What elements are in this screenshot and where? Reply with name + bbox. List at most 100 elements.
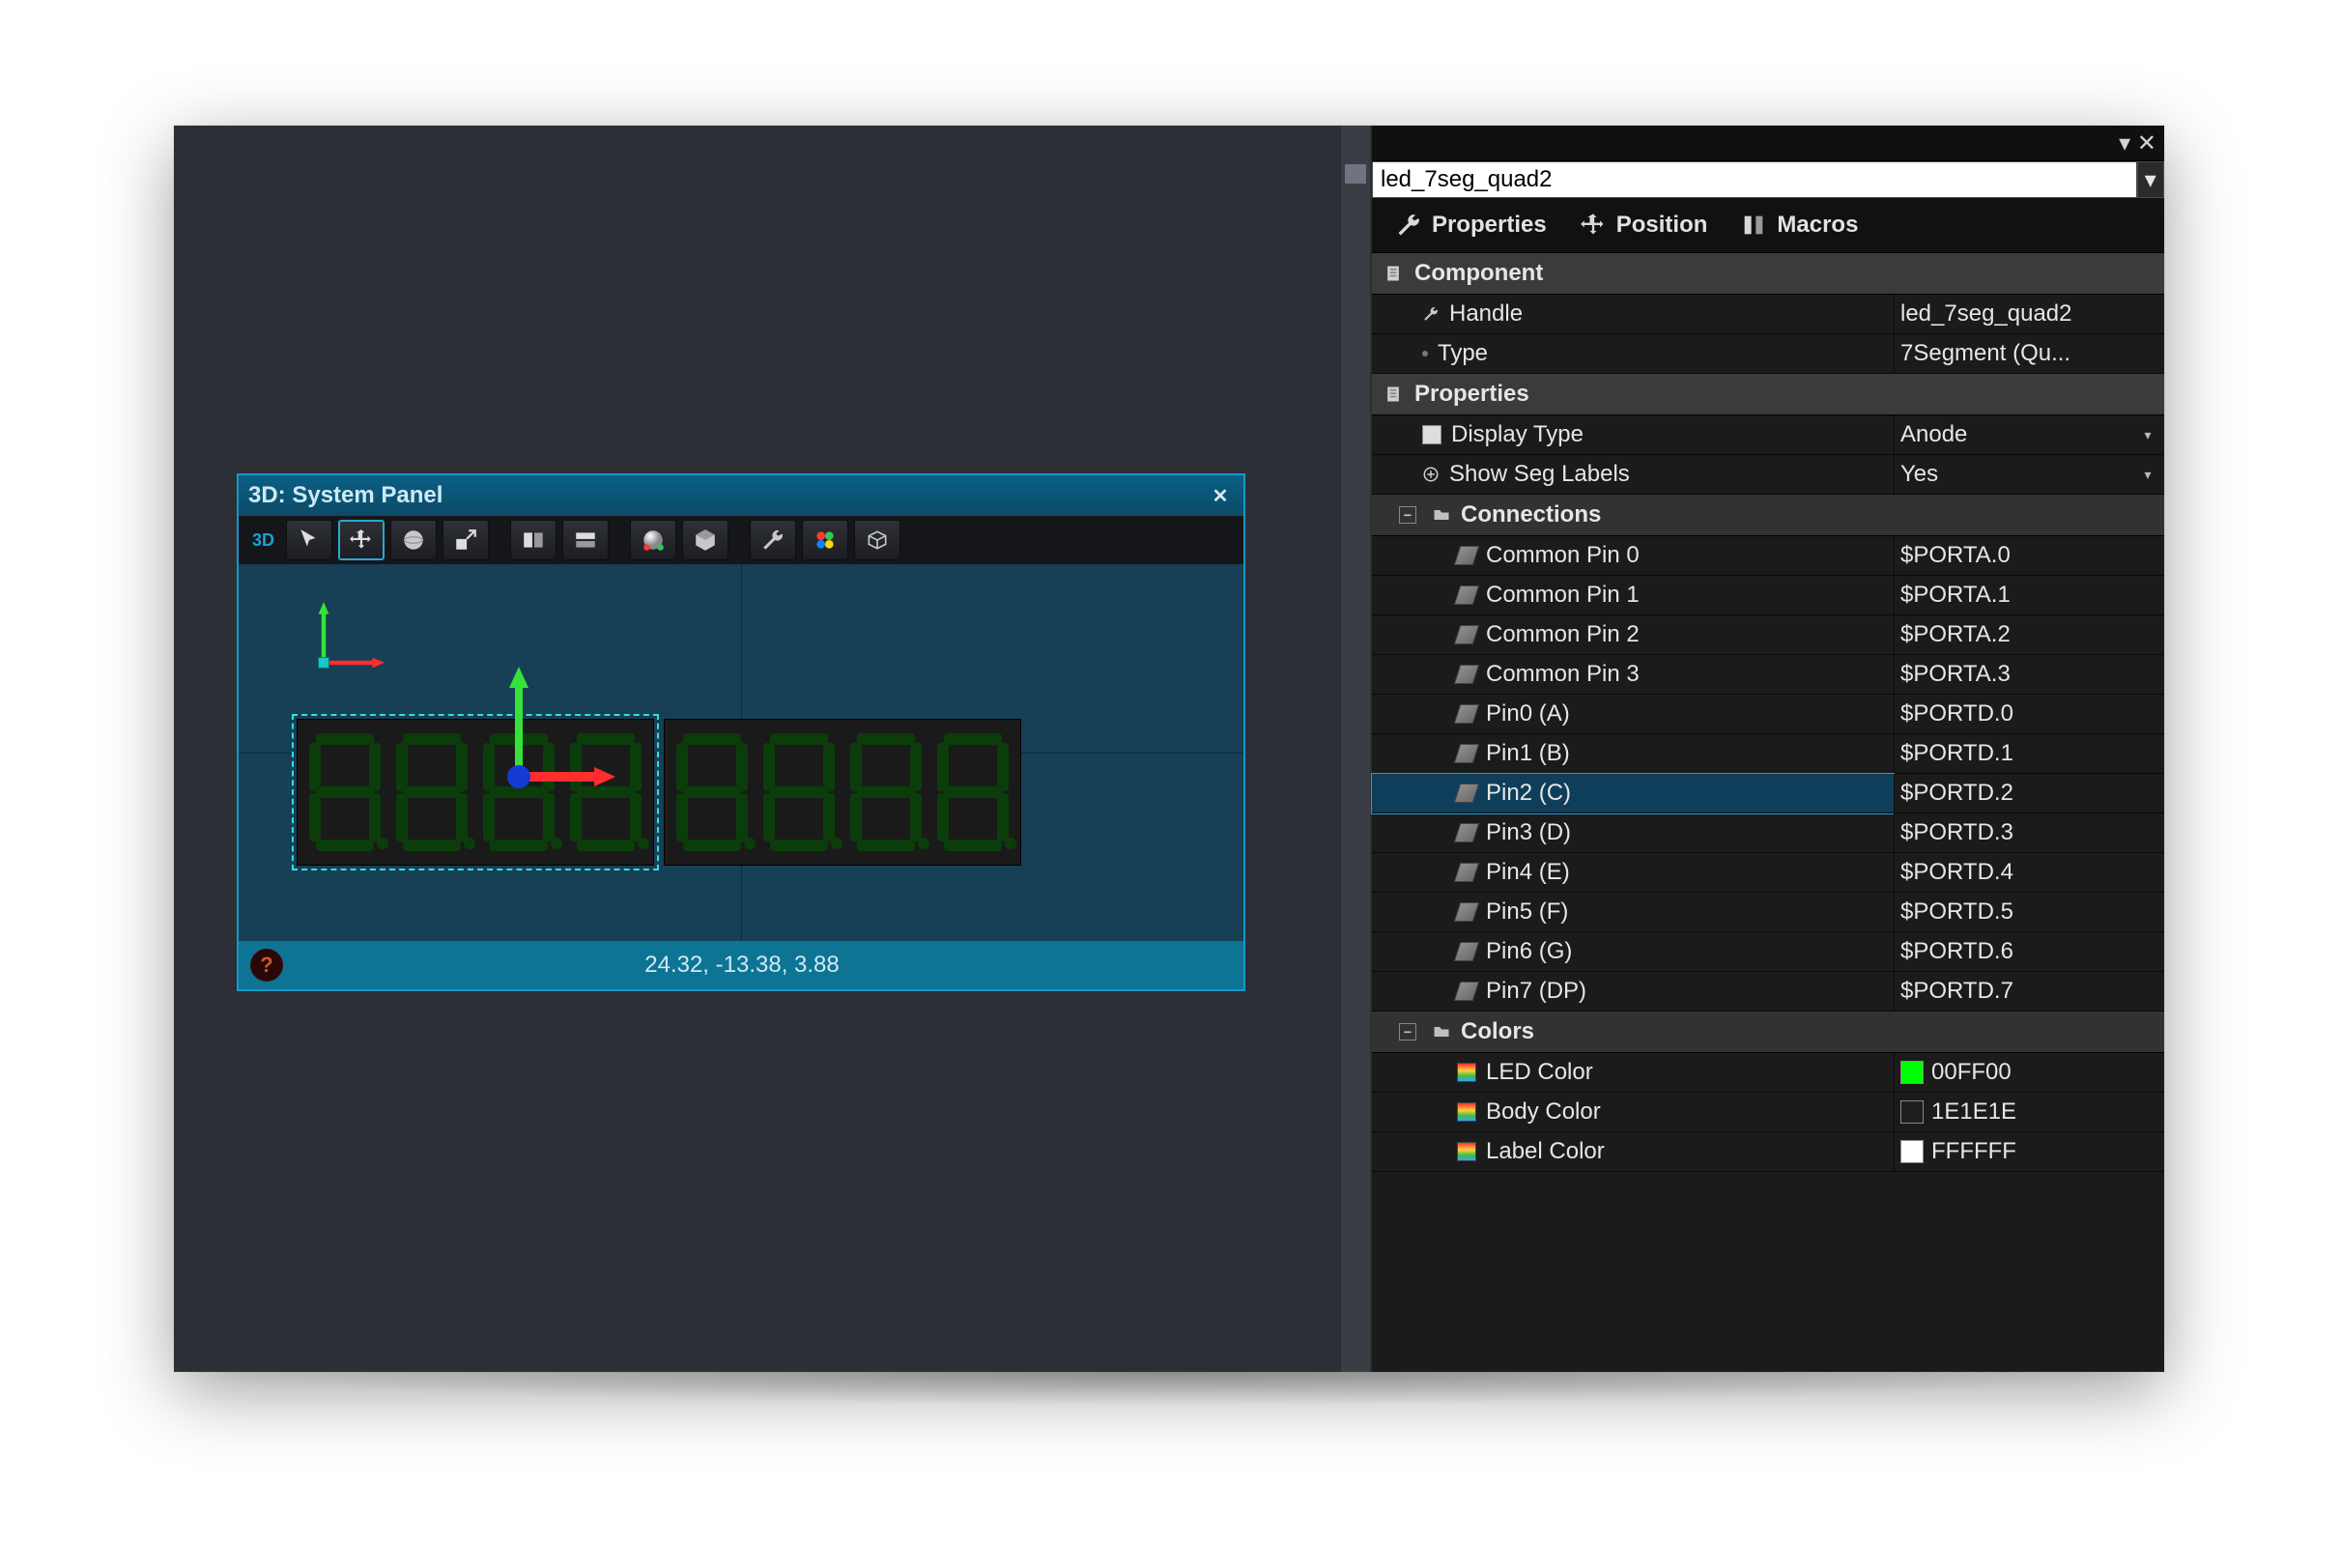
connection-row-value[interactable]: $PORTA.3 <box>1894 655 2164 695</box>
connection-row-value[interactable]: $PORTD.6 <box>1894 932 2164 972</box>
color-row-label[interactable]: Body Color <box>1372 1093 1894 1132</box>
pin-icon <box>1454 982 1479 1001</box>
collapse-icon[interactable]: − <box>1399 506 1416 524</box>
connection-row-label[interactable]: Pin5 (F) <box>1372 893 1894 932</box>
connection-label: Pin4 (E) <box>1486 859 1570 886</box>
color-row-label[interactable]: LED Color <box>1372 1053 1894 1093</box>
connection-row-value[interactable]: $PORTA.2 <box>1894 615 2164 655</box>
panel-3d-titlebar[interactable]: 3D: System Panel ✕ <box>239 475 1243 516</box>
prop-show-seg-label[interactable]: Show Seg Labels <box>1372 455 1894 495</box>
mode-3d-label[interactable]: 3D <box>246 530 280 551</box>
connection-row-label[interactable]: Common Pin 0 <box>1372 536 1894 576</box>
connection-row-label[interactable]: Pin0 (A) <box>1372 695 1894 734</box>
color-row-value[interactable]: FFFFFF <box>1894 1132 2164 1172</box>
color-gradient-icon <box>1457 1063 1476 1082</box>
prop-show-seg-value[interactable]: Yes ▾ <box>1894 455 2164 495</box>
connection-row-value[interactable]: $PORTD.7 <box>1894 972 2164 1012</box>
connection-label: Pin6 (G) <box>1486 938 1572 965</box>
tool-scale-button[interactable] <box>442 520 489 560</box>
pin-icon <box>1454 665 1479 684</box>
tab-macros[interactable]: Macros <box>1732 208 1866 242</box>
connection-row-label[interactable]: Common Pin 2 <box>1372 615 1894 655</box>
color-row-value[interactable]: 1E1E1E <box>1894 1093 2164 1132</box>
group-colors[interactable]: − Colors <box>1372 1012 2164 1053</box>
digit <box>390 729 473 855</box>
connection-row-value[interactable]: $PORTD.4 <box>1894 853 2164 893</box>
collapse-icon[interactable]: − <box>1399 1023 1416 1041</box>
prop-type-label[interactable]: Type <box>1372 334 1894 374</box>
group-label: Component <box>1414 260 1543 287</box>
folder-icon <box>1432 1022 1451 1041</box>
connection-row-value[interactable]: $PORTA.0 <box>1894 536 2164 576</box>
center-scrollbar[interactable] <box>1341 126 1370 1372</box>
tab-properties[interactable]: Properties <box>1387 208 1555 242</box>
solid-button[interactable] <box>682 520 728 560</box>
connection-row-label[interactable]: Pin7 (DP) <box>1372 972 1894 1012</box>
led-assembly[interactable] <box>297 719 1021 866</box>
tool-rotate-button[interactable] <box>390 520 437 560</box>
connection-row-value[interactable]: $PORTD.5 <box>1894 893 2164 932</box>
connection-row-label[interactable]: Pin4 (E) <box>1372 853 1894 893</box>
tab-label: Macros <box>1777 212 1858 239</box>
group-component[interactable]: Component <box>1372 253 2164 295</box>
panel-tab-header[interactable]: ▾ ✕ <box>1372 126 2164 161</box>
viewport-3d[interactable] <box>239 564 1243 941</box>
connection-label: Pin3 (D) <box>1486 819 1571 846</box>
connection-row-label[interactable]: Common Pin 3 <box>1372 655 1894 695</box>
connection-row-label[interactable]: Pin1 (B) <box>1372 734 1894 774</box>
layout-a-button[interactable] <box>510 520 556 560</box>
shade-button[interactable] <box>630 520 676 560</box>
wrench-icon <box>1422 305 1440 323</box>
color-row-value[interactable]: 00FF00 <box>1894 1053 2164 1093</box>
scroll-thumb[interactable] <box>1345 164 1366 184</box>
tab-label: Position <box>1616 212 1708 239</box>
color-label: Label Color <box>1486 1138 1605 1165</box>
prop-display-type-value[interactable]: Anode ▾ <box>1894 415 2164 455</box>
chevron-down-icon[interactable]: ▾ <box>2137 424 2158 445</box>
led-quad-2[interactable] <box>664 719 1021 866</box>
color-swatch[interactable] <box>1900 1061 1924 1084</box>
group-properties[interactable]: Properties <box>1372 374 2164 415</box>
led-quad-1[interactable] <box>297 719 654 866</box>
pin-icon <box>1454 942 1479 961</box>
help-icon[interactable]: ? <box>250 949 283 982</box>
prop-handle-label[interactable]: Handle <box>1372 295 1894 334</box>
close-icon[interactable]: ✕ <box>1207 482 1234 509</box>
chevron-down-icon[interactable]: ▾ ✕ <box>2119 129 2156 157</box>
connection-label: Common Pin 0 <box>1486 542 1640 569</box>
move-icon <box>349 527 374 553</box>
color-swatch[interactable] <box>1900 1140 1924 1163</box>
connection-row-value[interactable]: $PORTD.0 <box>1894 695 2164 734</box>
options-button[interactable] <box>750 520 796 560</box>
bounds-button[interactable] <box>854 520 900 560</box>
color-row-label[interactable]: Label Color <box>1372 1132 1894 1172</box>
tool-move-button[interactable] <box>338 520 385 560</box>
origin-gizmo <box>306 593 393 680</box>
appearance-button[interactable] <box>802 520 848 560</box>
pin-icon <box>1454 784 1479 803</box>
connection-row-label[interactable]: Pin2 (C) <box>1372 774 1894 813</box>
connection-row-label[interactable]: Pin6 (G) <box>1372 932 1894 972</box>
prop-handle-value[interactable]: led_7seg_quad2 <box>1894 295 2164 334</box>
properties-panel: ▾ ✕ led_7seg_quad2 ▾ Properties Position… <box>1372 126 2164 1372</box>
prop-display-type-label[interactable]: Display Type <box>1372 415 1894 455</box>
pin-icon <box>1454 863 1479 882</box>
connection-row-label[interactable]: Pin3 (D) <box>1372 813 1894 853</box>
tool-select-button[interactable] <box>286 520 332 560</box>
wire-cube-icon <box>865 527 890 553</box>
pin-icon <box>1454 625 1479 644</box>
layout-b-button[interactable] <box>562 520 609 560</box>
connection-row-value[interactable]: $PORTD.1 <box>1894 734 2164 774</box>
selector-dropdown-button[interactable]: ▾ <box>2137 161 2164 198</box>
chevron-down-icon[interactable]: ▾ <box>2137 464 2158 485</box>
connection-row-value[interactable]: $PORTD.2 <box>1894 774 2164 813</box>
connection-row-value[interactable]: $PORTA.1 <box>1894 576 2164 615</box>
color-swatch[interactable] <box>1900 1100 1924 1124</box>
layout-b-icon <box>573 527 598 553</box>
component-selector[interactable]: led_7seg_quad2 <box>1372 161 2137 198</box>
connection-row-label[interactable]: Common Pin 1 <box>1372 576 1894 615</box>
group-connections[interactable]: − Connections <box>1372 495 2164 536</box>
connection-row-value[interactable]: $PORTD.3 <box>1894 813 2164 853</box>
tab-position[interactable]: Position <box>1572 208 1716 242</box>
digit <box>671 729 754 855</box>
